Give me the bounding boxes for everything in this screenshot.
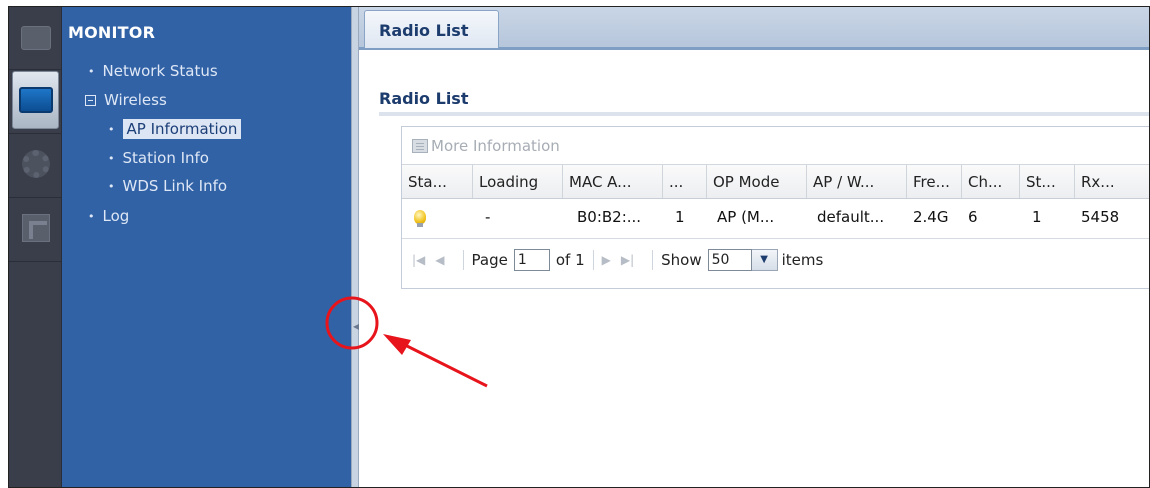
grid-toolbar: More Information — [402, 127, 1149, 164]
previous-page-icon[interactable]: ◀ — [435, 253, 444, 267]
column-header-station[interactable]: St... — [1020, 165, 1075, 198]
column-header-rx[interactable]: Rx... — [1075, 165, 1135, 198]
column-header-ap-wds[interactable]: AP / W... — [807, 165, 907, 198]
table-row[interactable]: - B0:B2:... 1 AP (M... default... 2.4G 6… — [402, 199, 1149, 235]
monitor-rail-button[interactable] — [12, 71, 59, 129]
pager-divider — [652, 249, 654, 270]
configuration-rail-button[interactable] — [12, 135, 59, 193]
nav-item-label: WDS Link Info — [122, 177, 228, 195]
pager-divider — [462, 249, 464, 270]
icon-rail — [9, 7, 62, 487]
mac-address-cell: B0:B2:... — [577, 208, 642, 226]
more-information-button[interactable]: More Information — [431, 137, 560, 155]
nav-item-label: Wireless — [104, 91, 167, 109]
nav-item-network-status[interactable]: • Network Status — [88, 62, 218, 80]
column-header-frequency[interactable]: Fre... — [907, 165, 962, 198]
collapse-icon[interactable] — [85, 94, 96, 106]
page-label: Page — [471, 250, 508, 269]
gear-icon — [21, 150, 50, 178]
page-count-label: of 1 — [555, 250, 585, 269]
bullet-icon: • — [108, 122, 115, 136]
pager-divider — [592, 249, 594, 270]
rail-divider — [9, 197, 62, 198]
nav-item-label: Station Info — [122, 149, 209, 167]
bullet-icon: • — [108, 151, 115, 165]
maintenance-rail-button[interactable] — [12, 199, 59, 257]
first-page-icon[interactable]: |◀ — [412, 253, 425, 267]
navigation-panel: MONITOR • Network Status Wireless • AP I… — [62, 7, 351, 487]
table-header: Sta... Loading MAC A... ... OP Mode AP /… — [402, 164, 1149, 199]
bullet-icon: • — [88, 64, 95, 78]
rail-divider — [9, 133, 62, 134]
rail-divider — [9, 69, 62, 70]
column-header-radio[interactable]: ... — [663, 165, 707, 198]
channel-cell: 6 — [968, 208, 978, 226]
op-mode-cell: AP (M... — [717, 208, 775, 226]
main-content: Radio List Radio List More Information S… — [359, 7, 1149, 487]
maintenance-icon — [21, 214, 50, 242]
ap-wds-cell: default... — [817, 208, 885, 226]
column-header-op-mode[interactable]: OP Mode — [707, 165, 807, 198]
page-number-input[interactable]: 1 — [513, 248, 550, 271]
page-size-select[interactable]: 50 — [707, 248, 752, 271]
last-page-icon[interactable]: ▶| — [621, 253, 634, 267]
rail-divider — [9, 261, 62, 262]
lightbulb-icon — [414, 210, 426, 227]
section-title: Radio List — [379, 89, 469, 108]
nav-item-log[interactable]: • Log — [88, 207, 129, 225]
column-header-loading[interactable]: Loading — [473, 165, 563, 198]
nav-title: MONITOR — [68, 23, 156, 42]
loading-cell: - — [485, 208, 491, 226]
nav-item-label: Log — [102, 207, 130, 225]
app-frame: MONITOR • Network Status Wireless • AP I… — [8, 6, 1150, 488]
next-page-icon[interactable]: ▶ — [602, 253, 611, 267]
nav-item-wds-link-info[interactable]: • WDS Link Info — [108, 177, 227, 195]
chevron-down-icon[interactable]: ▼ — [751, 248, 778, 271]
nav-item-ap-information[interactable]: • AP Information — [108, 119, 242, 139]
nav-item-label: AP Information — [122, 119, 242, 139]
monitor-icon — [18, 87, 53, 113]
more-information-icon — [412, 138, 428, 153]
tab-bar: Radio List — [359, 7, 1149, 50]
bullet-icon: • — [108, 179, 115, 193]
radio-list-panel: More Information Sta... Loading MAC A...… — [401, 126, 1149, 289]
bullet-icon: • — [88, 209, 95, 223]
frequency-cell: 2.4G — [913, 208, 949, 226]
nav-item-station-info[interactable]: • Station Info — [108, 149, 209, 167]
status-cell — [402, 199, 473, 235]
station-cell: 1 — [1032, 208, 1042, 226]
show-label: Show — [661, 250, 702, 269]
column-header-status[interactable]: Sta... — [402, 165, 473, 198]
nav-item-label: Network Status — [102, 62, 218, 80]
nav-item-wireless[interactable]: Wireless — [85, 91, 167, 109]
column-header-mac-address[interactable]: MAC A... — [563, 165, 663, 198]
rx-cell: 5458 — [1081, 208, 1120, 226]
items-label: items — [781, 250, 824, 269]
panel-splitter[interactable]: ◀ — [351, 7, 359, 487]
tab-radio-list[interactable]: Radio List — [364, 10, 499, 48]
radio-cell: 1 — [675, 208, 685, 226]
section-divider — [379, 112, 1149, 116]
pagination-bar: |◀ ◀ Page 1 of 1 ▶ ▶| Show 50 ▼ items — [402, 238, 1149, 280]
radio-table: Sta... Loading MAC A... ... OP Mode AP /… — [402, 164, 1149, 238]
dashboard-icon — [20, 26, 51, 50]
column-header-channel[interactable]: Ch... — [962, 165, 1020, 198]
dashboard-rail-button[interactable] — [12, 9, 59, 67]
